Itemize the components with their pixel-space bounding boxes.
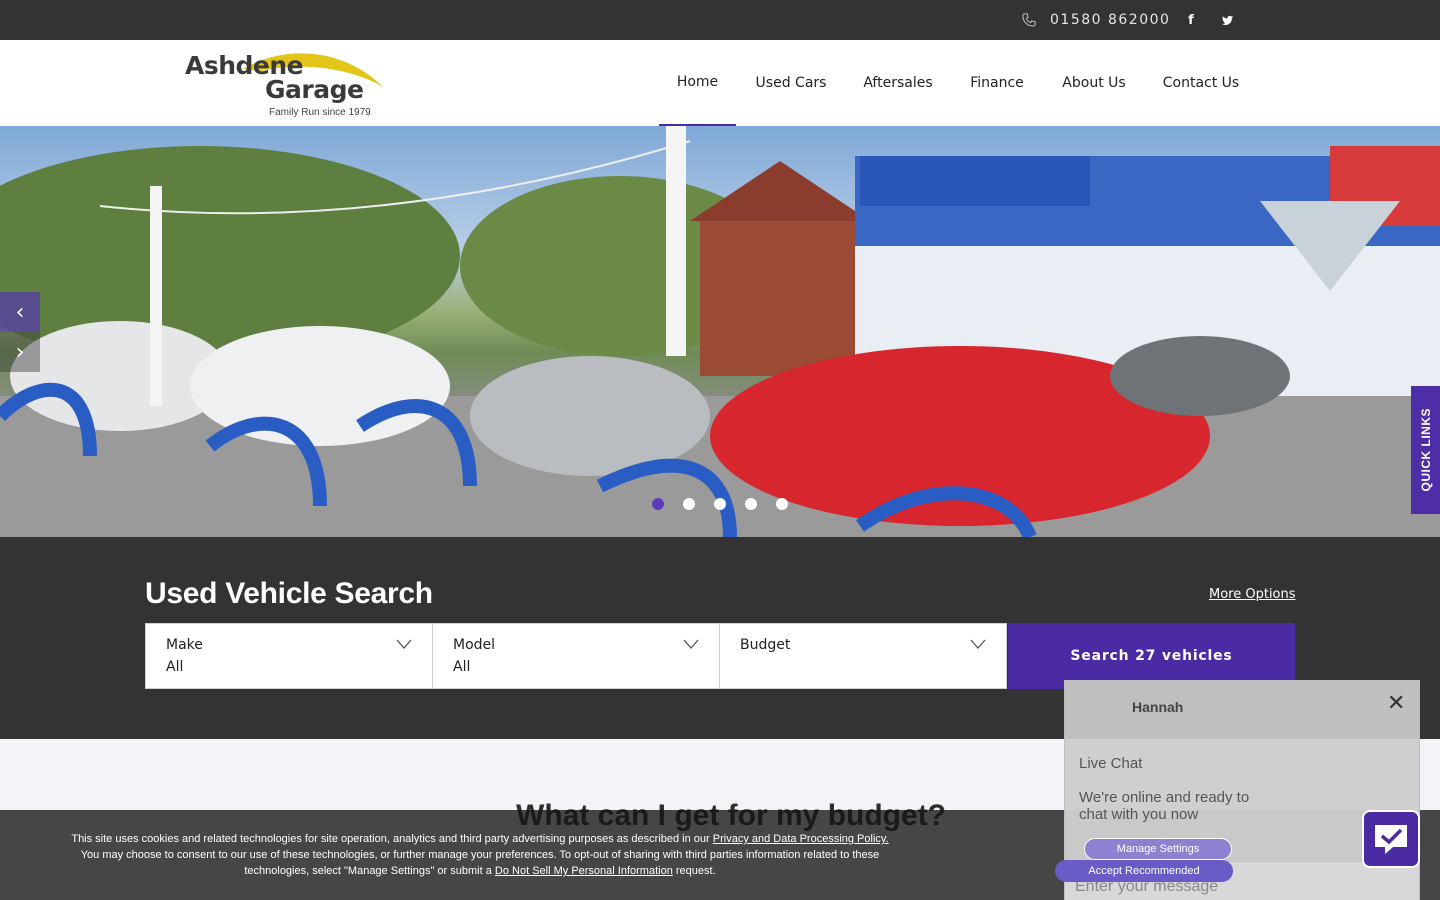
site-header: Ashdene Garage Family Run since 1979 Hom… xyxy=(0,40,1440,126)
hero-carousel: ‹ › xyxy=(0,126,1440,537)
close-icon[interactable]: ✕ xyxy=(1387,691,1405,716)
nav-used-cars[interactable]: Used Cars xyxy=(746,40,836,126)
manage-settings-button[interactable]: Manage Settings xyxy=(1084,838,1232,860)
chevron-down-icon xyxy=(396,639,412,649)
more-options-link[interactable]: More Options xyxy=(1209,587,1296,602)
carousel-dot-4[interactable] xyxy=(745,498,757,510)
nav-finance[interactable]: Finance xyxy=(962,40,1032,126)
make-label: Make xyxy=(166,637,203,653)
quick-links-tab[interactable]: QUICK LINKS xyxy=(1411,386,1440,514)
chat-header xyxy=(1065,681,1419,739)
chat-agent-name: Hannah xyxy=(1132,699,1184,715)
carousel-dots xyxy=(652,498,788,510)
do-not-sell-link[interactable]: Do Not Sell My Personal Information xyxy=(495,865,673,877)
chevron-down-icon xyxy=(683,639,699,649)
site-logo[interactable]: Ashdene Garage Family Run since 1979 xyxy=(183,47,388,119)
hero-image xyxy=(0,126,1440,537)
cookie-text-part1: This site uses cookies and related techn… xyxy=(71,833,713,845)
facebook-icon[interactable]: f xyxy=(1181,10,1201,30)
chevron-down-icon xyxy=(970,639,986,649)
search-title: Used Vehicle Search xyxy=(145,577,433,610)
make-select[interactable]: Make All xyxy=(145,623,433,689)
chat-title: Live Chat xyxy=(1079,755,1143,772)
privacy-policy-link[interactable]: Privacy and Data Processing Policy. xyxy=(713,833,889,845)
cookie-text-part3: request. xyxy=(672,865,716,877)
cookie-text: This site uses cookies and related techn… xyxy=(70,831,890,879)
top-bar: 01580 862000 f xyxy=(0,0,1440,40)
twitter-icon[interactable] xyxy=(1217,10,1237,30)
model-value: All xyxy=(453,659,471,675)
nav-contact-us[interactable]: Contact Us xyxy=(1156,40,1246,126)
cookie-text-part2: You may choose to consent to our use of … xyxy=(80,849,880,877)
budget-label: Budget xyxy=(740,637,791,653)
phone-number: 01580 862000 xyxy=(1050,12,1171,28)
phone-icon xyxy=(1022,13,1036,27)
nav-home[interactable]: Home xyxy=(659,40,736,126)
nav-about-us[interactable]: About Us xyxy=(1054,40,1134,126)
nav-aftersales[interactable]: Aftersales xyxy=(856,40,940,126)
budget-select[interactable]: Budget xyxy=(719,623,1007,689)
make-value: All xyxy=(166,659,184,675)
carousel-dot-1[interactable] xyxy=(652,498,664,510)
carousel-dot-5[interactable] xyxy=(776,498,788,510)
carousel-dot-3[interactable] xyxy=(714,498,726,510)
chat-launcher-button[interactable] xyxy=(1362,810,1420,868)
phone-link[interactable]: 01580 862000 xyxy=(1022,10,1170,30)
logo-tagline: Family Run since 1979 xyxy=(269,107,371,118)
carousel-next-button[interactable]: › xyxy=(0,332,40,372)
chat-message: We're online and ready to chat with you … xyxy=(1079,789,1250,823)
logo-line2: Garage xyxy=(265,75,364,104)
model-select[interactable]: Model All xyxy=(432,623,720,689)
carousel-prev-button[interactable]: ‹ xyxy=(0,292,40,332)
model-label: Model xyxy=(453,637,496,653)
carousel-dot-2[interactable] xyxy=(683,498,695,510)
accept-recommended-button[interactable]: Accept Recommended xyxy=(1055,860,1233,882)
quick-links-label: QUICK LINKS xyxy=(1418,408,1433,492)
chat-bubble-icon xyxy=(1375,825,1407,854)
